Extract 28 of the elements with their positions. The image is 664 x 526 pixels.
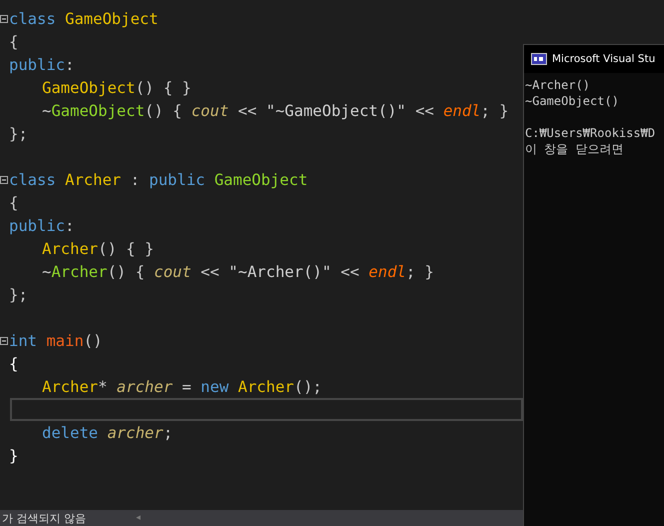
code-line: GameObject() { } <box>42 78 192 98</box>
window-title: Microsoft Visual Stu <box>552 53 656 65</box>
console-app-icon <box>531 53 547 65</box>
collapse-icon[interactable] <box>0 14 8 22</box>
code-line: { <box>9 32 18 52</box>
code-line: ~Archer() { cout << "~Archer()" << endl; } <box>42 262 434 282</box>
code-line: class GameObject <box>9 8 158 28</box>
code-line: } <box>9 446 18 466</box>
code-line: public: <box>9 216 74 236</box>
code-line: public: <box>9 54 74 74</box>
code-line: Archer() { } <box>42 238 154 258</box>
code-line: delete archer; <box>42 422 173 442</box>
code-line: int main() <box>9 330 102 350</box>
collapse-icon[interactable] <box>0 176 8 184</box>
code-line: }; <box>9 284 28 304</box>
code-line: Archer* archer = new Archer(); <box>42 376 322 396</box>
console-output-line: C:₩Users₩Rookiss₩D <box>525 126 656 140</box>
console-output-line: ~Archer() <box>525 78 590 92</box>
code-line: { <box>9 354 18 374</box>
collapse-icon[interactable] <box>0 336 8 344</box>
code-line: class Archer : public GameObject <box>9 170 308 190</box>
scroll-arrow[interactable]: ◂ <box>136 513 141 523</box>
console-output-line: 이 창을 닫으려면 <box>525 142 624 156</box>
code-line: { <box>9 192 18 212</box>
console-output-line: ~GameObject() <box>525 94 619 108</box>
status-text: 가 검색되지 않음 <box>2 510 86 526</box>
code-line: }; <box>9 124 28 144</box>
code-line: ~GameObject() { cout << "~GameObject()" << endl; } <box>42 100 509 120</box>
